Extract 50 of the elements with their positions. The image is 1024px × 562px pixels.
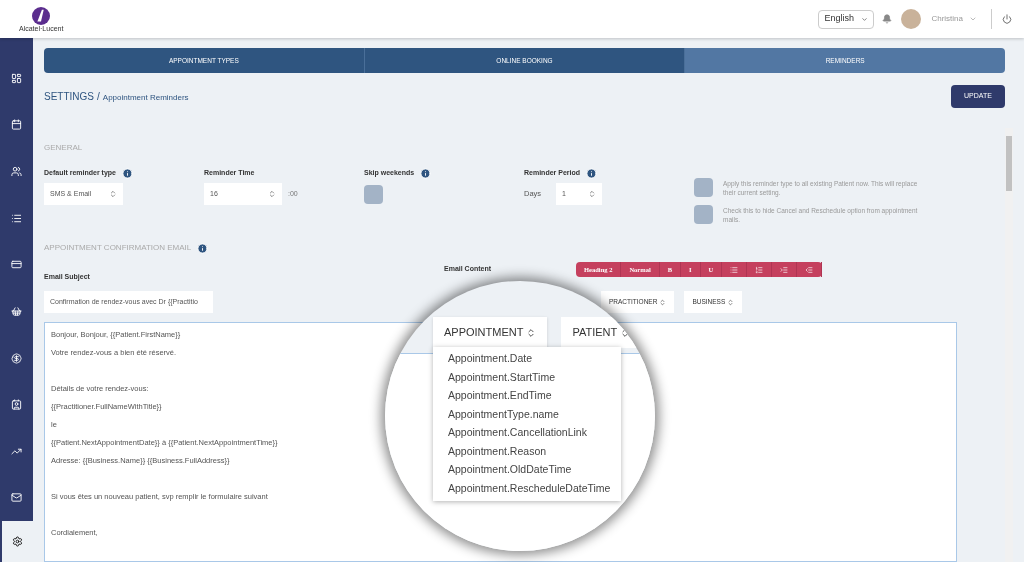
sort-icon xyxy=(109,190,117,198)
settings-icon xyxy=(12,536,23,548)
logo-icon xyxy=(32,6,51,25)
dollar-icon xyxy=(11,352,22,364)
menu-item[interactable]: Appointment.OldDateTime xyxy=(433,461,621,480)
dashboard-icon xyxy=(11,72,22,84)
menu-item[interactable]: AppointmentType.name xyxy=(433,405,621,424)
scrollbar[interactable] xyxy=(1005,128,1013,562)
outdent-icon xyxy=(805,265,814,274)
mail-icon xyxy=(11,492,22,504)
menu-item[interactable]: Appointment.EndTime xyxy=(433,387,621,406)
basket-icon xyxy=(11,305,22,317)
contact-card-icon xyxy=(11,399,22,411)
info-icon xyxy=(197,242,209,254)
menu-item[interactable]: Appointment.RescheduleDateTime xyxy=(433,479,621,498)
info-icon xyxy=(586,168,597,179)
menu-item[interactable]: Appointment.Reason xyxy=(433,442,621,461)
checkbox[interactable] xyxy=(694,205,713,224)
info-icon xyxy=(420,168,432,179)
bullets-icon xyxy=(730,265,739,274)
breadcrumb-separator: / xyxy=(97,90,100,104)
breadcrumb-page: Appointment Reminders xyxy=(102,92,189,104)
settings-title: SETTINGS xyxy=(44,90,94,104)
bell-icon[interactable] xyxy=(882,14,893,24)
sort-icon xyxy=(526,327,537,338)
sidebar-item[interactable] xyxy=(0,521,33,562)
variable-dropdown[interactable]: APPOINTMENT xyxy=(433,317,548,348)
caret-icon[interactable] xyxy=(969,15,977,23)
numbers-icon xyxy=(755,265,764,274)
checkbox[interactable] xyxy=(364,185,383,204)
people-icon xyxy=(11,166,22,178)
caret-icon xyxy=(861,15,869,23)
checkbox[interactable] xyxy=(694,178,713,197)
info-icon xyxy=(121,168,133,179)
avatar[interactable] xyxy=(901,9,922,29)
sort-icon xyxy=(659,298,667,306)
calendar-icon xyxy=(11,119,22,131)
list-icon xyxy=(11,212,22,224)
sort-icon xyxy=(588,190,597,198)
menu-item[interactable]: Appointment.StartTime xyxy=(433,368,621,387)
sort-icon xyxy=(268,190,276,198)
card-icon xyxy=(11,259,22,271)
indent-icon xyxy=(780,265,789,274)
menu-item[interactable]: Appointment.CancellationLink xyxy=(433,424,621,443)
power-icon[interactable] xyxy=(1002,14,1012,24)
sort-icon xyxy=(727,298,735,306)
section-heading: APPOINTMENT CONFIRMATION EMAIL xyxy=(44,242,192,254)
section-heading: GENERAL xyxy=(44,142,84,154)
language-select[interactable]: English xyxy=(818,9,875,29)
menu-item[interactable]: Appointment.Date xyxy=(433,350,621,369)
